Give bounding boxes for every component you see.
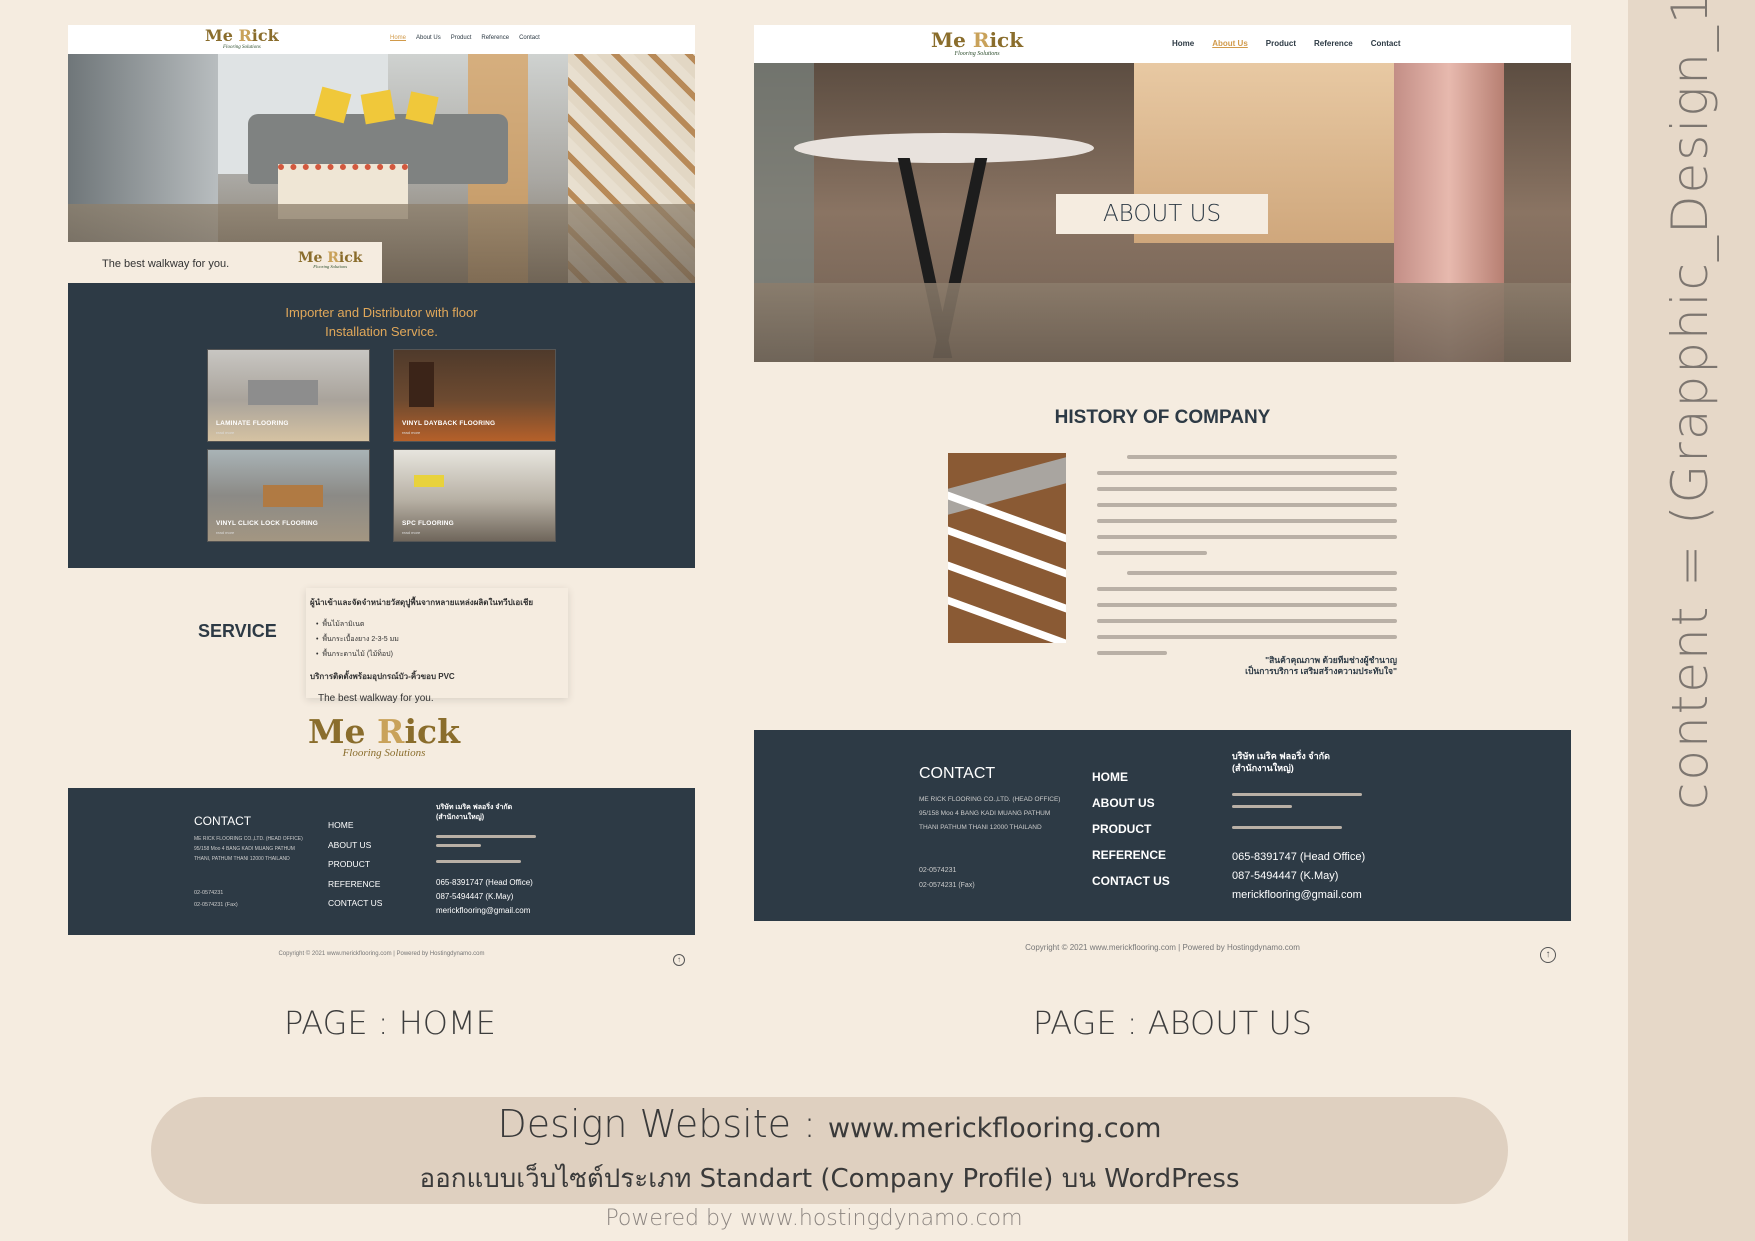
- footer-text-placeholder: [436, 835, 536, 838]
- nav-product[interactable]: Product: [451, 35, 472, 41]
- product-card-vinyl-click-lock[interactable]: VINYL CLICK LOCK FLOORING read more: [207, 449, 370, 542]
- about-footer: CONTACT ME RICK FLOORING CO.,LTD. (HEAD …: [754, 730, 1571, 921]
- footer-text-placeholder: [1232, 805, 1292, 808]
- footer-tel-list: 065-8391747 (Head Office) 087-5494447 (K.…: [1232, 848, 1365, 905]
- about-copyright: Copyright © 2021 www.merickflooring.com …: [1025, 943, 1300, 952]
- service-item: พื้นกระดานไม้ (ไม้ท็อป): [322, 651, 393, 658]
- about-navbar: Me Rick Flooring Solutions Home About Us…: [754, 25, 1571, 63]
- footer-tel-list: 065-8391747 (Head Office) 087-5494447 (K.…: [436, 876, 533, 918]
- about-scroll-top-icon[interactable]: ↑: [1540, 947, 1556, 963]
- caption-home: PAGE : HOME: [284, 1004, 496, 1042]
- home-page-mock: Me Rick Flooring Solutions Home About Us…: [68, 25, 695, 977]
- footer-link-contact[interactable]: CONTACT US: [328, 894, 382, 914]
- home-nav-logo[interactable]: Me Rick Flooring Solutions: [205, 28, 279, 51]
- footer-company: บริษัท เมริค ฟลอริ่ง จำกัด (สำนักงานใหญ่): [436, 804, 513, 821]
- footer-text-placeholder: [436, 860, 521, 863]
- home-hero-tagline-box: The best walkway for you. Me Rick Floori…: [68, 242, 382, 283]
- footer-link-home[interactable]: HOME: [1092, 764, 1170, 790]
- footer-link-product[interactable]: PRODUCT: [1092, 816, 1170, 842]
- footer-link-product[interactable]: PRODUCT: [328, 855, 382, 875]
- footer-link-about[interactable]: ABOUT US: [328, 836, 382, 856]
- home-copyright: Copyright © 2021 www.merickflooring.com …: [278, 951, 485, 957]
- home-scroll-top-icon[interactable]: ↑: [673, 954, 685, 966]
- home-footer: CONTACT ME RICK FLOORING CO.,LTD. (HEAD …: [68, 788, 695, 935]
- footer-menu: HOME ABOUT US PRODUCT REFERENCE CONTACT …: [328, 816, 382, 914]
- footer-link-contact[interactable]: CONTACT US: [1092, 868, 1170, 894]
- footer-text-placeholder: [1232, 793, 1362, 796]
- nav-product[interactable]: Product: [1266, 39, 1296, 48]
- about-stairs-image: [948, 453, 1066, 643]
- nav-contact[interactable]: Contact: [1371, 39, 1401, 48]
- nav-contact[interactable]: Contact: [519, 35, 540, 41]
- footer-address: ME RICK FLOORING CO.,LTD. (HEAD OFFICE) 9…: [919, 796, 1061, 831]
- service-item: พื้นกระเบื้องยาง 2-3-5 มม: [322, 636, 399, 643]
- footer-phones: 02-0574231 02-0574231 (Fax): [194, 890, 238, 908]
- service-item: พื้นไม้ลามิเนต: [322, 621, 365, 628]
- footer-link-reference[interactable]: REFERENCE: [1092, 842, 1170, 868]
- design-url[interactable]: www.merickflooring.com: [828, 1113, 1162, 1144]
- home-hero-tagline: The best walkway for you.: [102, 258, 230, 270]
- footer-text-placeholder: [1232, 826, 1342, 829]
- product-card-laminate[interactable]: LAMINATE FLOORING read more: [207, 349, 370, 442]
- home-products-heading: Importer and Distributor with floor Inst…: [285, 305, 478, 339]
- caption-about: PAGE : ABOUT US: [1033, 1004, 1313, 1042]
- nav-about[interactable]: About Us: [416, 35, 441, 41]
- side-label: content = (Grapphic_Design_1);: [1661, 0, 1719, 811]
- powered-by: Powered by www.hostingdynamo.com: [605, 1206, 1023, 1231]
- product-card-spc[interactable]: SPC FLOORING read more: [393, 449, 556, 542]
- nav-reference[interactable]: Reference: [481, 35, 509, 41]
- design-subtitle: ออกแบบเว็บไซต์ประเภท Standart (Company P…: [419, 1164, 1240, 1194]
- about-quote: "สินค้าคุณภาพ ด้วยทีมช่างผู้ชำนาญ เป็นการ…: [1245, 655, 1397, 676]
- footer-contact-title: CONTACT: [194, 814, 252, 828]
- home-service-logo: Me Rick Flooring Solutions: [308, 712, 460, 759]
- home-service-tagline: The best walkway for you.: [318, 693, 434, 704]
- home-service-title: SERVICE: [198, 621, 277, 641]
- about-page-mock: Me Rick Flooring Solutions Home About Us…: [754, 25, 1571, 977]
- home-service-card: ผู้นำเข้าและจัดจำหน่ายวัสดุปูพื้นจากหลาย…: [306, 588, 568, 698]
- footer-link-reference[interactable]: REFERENCE: [328, 875, 382, 895]
- footer-link-home[interactable]: HOME: [328, 816, 382, 836]
- about-nav-links: Home About Us Product Reference Contact: [1172, 39, 1401, 48]
- footer-email[interactable]: merickflooring@gmail.com: [1232, 886, 1365, 905]
- design-title: Design Website : www.merickflooring.com: [497, 1102, 1162, 1146]
- footer-company: บริษัท เมริค ฟลอริ่ง จำกัด (สำนักงานใหญ่): [1232, 751, 1330, 773]
- footer-link-about[interactable]: ABOUT US: [1092, 790, 1170, 816]
- footer-contact-title: CONTACT: [919, 765, 996, 782]
- nav-reference[interactable]: Reference: [1314, 39, 1353, 48]
- footer-menu: HOME ABOUT US PRODUCT REFERENCE CONTACT …: [1092, 764, 1170, 894]
- home-hero-logo: Me Rick Flooring Solutions: [298, 250, 363, 269]
- nav-home[interactable]: Home: [1172, 39, 1194, 48]
- home-navbar: Me Rick Flooring Solutions Home About Us…: [68, 25, 695, 54]
- home-products-section: Importer and Distributor with floor Inst…: [68, 283, 695, 568]
- about-hero-title: ABOUT US: [1056, 194, 1268, 234]
- footer-email[interactable]: merickflooring@gmail.com: [436, 904, 533, 918]
- footer-address: ME RICK FLOORING CO.,LTD. (HEAD OFFICE) 9…: [194, 836, 303, 862]
- footer-text-placeholder: [436, 844, 481, 847]
- nav-home[interactable]: Home: [390, 35, 406, 41]
- about-nav-logo[interactable]: Me Rick Flooring Solutions: [931, 30, 1023, 57]
- product-card-vinyl-dayback[interactable]: VINYL DAYBACK FLOORING read more: [393, 349, 556, 442]
- about-history-title: HISTORY OF COMPANY: [1054, 407, 1271, 428]
- footer-phones: 02-0574231 02-0574231 (Fax): [919, 867, 975, 889]
- home-nav-links: Home About Us Product Reference Contact: [390, 35, 540, 41]
- nav-about[interactable]: About Us: [1212, 39, 1248, 48]
